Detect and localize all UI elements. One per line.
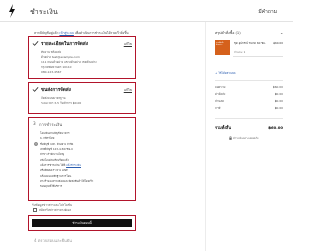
summary-value: ฿60.00 — [272, 85, 283, 89]
summary-label: ค่าจัดส่ง — [215, 92, 226, 96]
product-quantity: จำนวน: 1 — [234, 51, 246, 54]
payment-notify-link[interactable]: แจ้งชำระเงิน — [66, 163, 81, 167]
shipping-title: ขนส่งการจัดส่ง — [41, 88, 71, 93]
lightning-logo-icon[interactable] — [8, 4, 16, 18]
summary-value: ฿0.00 — [274, 99, 283, 103]
order-summary-title[interactable]: สรุปคำสั่งซื้อ (1) — [215, 30, 241, 36]
total-label: รวมทั้งสิ้น — [215, 125, 231, 130]
newsletter-checkbox-label: สมัครรับข่าวสารทางอีเมล — [39, 208, 72, 212]
payment-instructions: โอนเงินผ่านบัญชีธนาคาร ธ. กสิกรไทย ชื่อบ… — [40, 131, 93, 190]
login-suffix: เพื่อดำเนินการชำระเงินได้รวดเร็วยิ่งขึ้น — [74, 31, 129, 35]
page-title: ชำระเงิน — [30, 8, 58, 16]
column-divider — [205, 22, 206, 251]
delivery-details-title: รายละเอียดในการจัดส่ง — [41, 42, 88, 47]
shipping-line: ระยะเวลา 3-5 วันทำการ ฿0.00 — [41, 101, 82, 105]
newsletter-checkbox[interactable] — [33, 208, 37, 212]
login-link[interactable]: เข้าสู่ระบบ — [59, 31, 73, 35]
divider — [215, 118, 283, 119]
summary-row: ค่าจัดส่ง ฿0.00 — [215, 92, 283, 97]
payment-section: 3 การชำระเงิน โอนเงินผ่านบัญชีธนาคาร ธ. … — [28, 117, 136, 201]
payment-title: การชำระเงิน — [39, 122, 63, 127]
payment-line-text: แจ้งการชำระเงิน ได้ที่ — [40, 163, 66, 168]
total-value: ฿60.00 — [268, 125, 283, 130]
shipping-edit-link[interactable]: แก้ไข — [124, 88, 132, 93]
contact-line: 080-123-4567 — [41, 70, 62, 74]
summary-row: ภาษี ฿0.00 — [215, 106, 283, 111]
product-name: ชุด อุปกรณ์ ขนาด 60 ซม. — [234, 41, 266, 45]
summary-row: ยอดรวม ฿60.00 — [215, 85, 283, 90]
help-link[interactable]: มีคำถาม — [258, 8, 277, 16]
chevron-down-icon[interactable]: ⌄ — [280, 30, 283, 35]
summary-value: ฿0.00 — [274, 106, 283, 110]
summary-label: ส่วนลด — [215, 99, 225, 103]
total-row: รวมทั้งสิ้น ฿60.00 — [215, 125, 283, 131]
check-icon — [32, 87, 39, 92]
product-thumbnail-text: ภาพสินค้าตัวอย่าง — [216, 42, 224, 47]
product-price: ฿60.00 — [273, 41, 283, 45]
checkout-header: ชำระเงิน มีคำถาม — [0, 0, 293, 22]
delivery-edit-link[interactable]: แก้ไข — [124, 42, 132, 47]
summary-row: ส่วนลด ฿0.00 — [215, 99, 283, 104]
step-4-title: 4 ตรวจสอบและยืนยัน — [34, 238, 72, 243]
shipping-section: ขนส่งการจัดส่ง แก้ไข จัดส่งแบบมาตรฐาน ระ… — [28, 82, 136, 114]
lock-icon — [229, 136, 232, 140]
coupon-link[interactable]: + ใช้โค้ดส่วนลด — [215, 71, 235, 76]
check-icon — [32, 41, 39, 46]
divider — [215, 80, 283, 81]
secure-payment-note: ชำระเงินอย่างปลอดภัย — [233, 137, 259, 140]
delivery-details-section: รายละเอียดในการจัดส่ง แก้ไข ทีมงาน พร้อม… — [28, 36, 136, 79]
payment-line: ขอบคุณที่ใช้บริการ — [40, 184, 63, 189]
summary-value: ฿0.00 — [274, 92, 283, 96]
pay-now-button[interactable]: ชำระเงินตอนนี้ — [32, 219, 132, 227]
login-prefix: หากมีบัญชีอยู่แล้ว — [34, 31, 59, 35]
product-thumbnail: ภาพสินค้าตัวอย่าง — [215, 40, 230, 55]
summary-label: ยอดรวม — [215, 85, 226, 89]
summary-label: ภาษี — [215, 106, 221, 110]
payment-radio-icon[interactable] — [34, 142, 38, 146]
divider — [233, 56, 283, 57]
payment-step-number: 3 — [33, 121, 36, 126]
